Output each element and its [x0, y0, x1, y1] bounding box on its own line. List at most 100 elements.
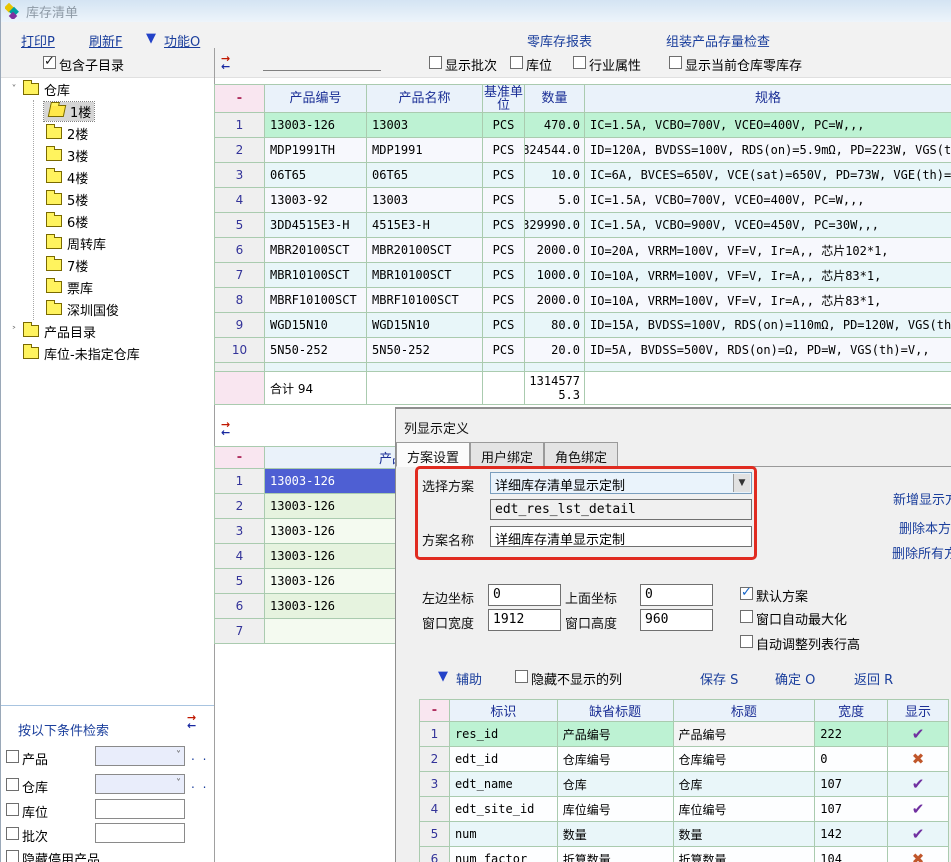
batch-filter-input[interactable] [95, 823, 185, 843]
warehouse-filter-checkbox[interactable] [6, 778, 19, 791]
zero-stock-report-link[interactable]: 零库存报表 [527, 31, 592, 50]
spec-cell: ID=5A, BVDSS=500V, RDS(on)=Ω, PD=W, VGS(… [585, 338, 951, 363]
tab-role-binding[interactable]: 角色绑定 [544, 442, 618, 467]
save-button[interactable]: 保存 S [700, 669, 738, 688]
tree-node-warehouse-root[interactable]: ˅ 仓库 [1, 78, 214, 100]
show-batch-checkbox[interactable] [429, 56, 442, 69]
include-subdirs-checkbox[interactable] [43, 56, 56, 69]
tree-node-4楼[interactable]: 4楼 [34, 166, 214, 188]
folder-icon [23, 347, 39, 359]
chevron-down-icon[interactable]: ▼ [733, 474, 750, 492]
chevron-down-icon: ˅ [176, 778, 181, 789]
default-scheme-label: 默认方案 [756, 586, 808, 605]
check-icon[interactable]: ✔ [912, 775, 925, 793]
show-flag-cell: ✔ [888, 797, 949, 822]
inventory-row[interactable]: 413003-9213003PCS5.0IC=1.5A, VCBO=700V, … [215, 188, 951, 213]
scheme-name-field[interactable]: 详细库存清单显示定制 [490, 526, 752, 547]
show-zero-checkbox[interactable] [669, 56, 682, 69]
top-coord-input[interactable]: 0 [640, 584, 713, 606]
check-icon[interactable]: ✔ [912, 800, 925, 818]
tree-node-5楼[interactable]: 5楼 [34, 188, 214, 210]
expand-arrow-icon[interactable]: ˃ [7, 326, 21, 337]
left-coord-input[interactable]: 0 [488, 584, 561, 606]
refresh-button[interactable]: 刷新F [89, 31, 122, 50]
inventory-row[interactable]: 6MBR20100SCTMBR20100SCTPCS2000.0IO=20A, … [215, 238, 951, 263]
inventory-row[interactable]: 113003-12613003PCS470.0IC=1.5A, VCBO=700… [215, 113, 951, 138]
site-filter-checkbox[interactable] [6, 803, 19, 816]
column-def-row[interactable]: 2edt_id仓库编号仓库编号0✖ [420, 747, 949, 772]
site-checkbox[interactable] [510, 56, 523, 69]
column-def-row[interactable]: 6num_factor折算数量折算数量104✖ [420, 847, 949, 862]
total-spacer [585, 372, 951, 405]
swap-columns-icon[interactable]: →← [221, 55, 237, 71]
add-scheme-link[interactable]: 新增显示方案 [893, 489, 951, 508]
collapse-arrow-icon[interactable]: ˅ [7, 84, 21, 95]
inventory-row[interactable]: 306T6506T65PCS10.0IC=6A, BVCES=650V, VCE… [215, 163, 951, 188]
batch-filter-label: 批次 [22, 826, 48, 845]
product-filter-checkbox[interactable] [6, 750, 19, 763]
auto-row-height-checkbox[interactable] [740, 635, 753, 648]
default-scheme-checkbox[interactable] [740, 587, 753, 600]
scheme-combo[interactable]: 详细库存清单显示定制 ▼ [490, 472, 752, 494]
window-height-input[interactable]: 960 [640, 609, 713, 631]
column-def-row[interactable]: 3edt_name仓库仓库107✔ [420, 772, 949, 797]
check-icon[interactable]: ✔ [912, 725, 925, 743]
tree-node-7楼[interactable]: 7楼 [34, 254, 214, 276]
tree-node-unassigned[interactable]: 库位-未指定仓库 [1, 342, 214, 364]
default-title-cell: 仓库编号 [558, 747, 674, 772]
tree-node-票库[interactable]: 票库 [34, 276, 214, 298]
ok-button[interactable]: 确定 O [775, 669, 815, 688]
site-filter-input[interactable] [95, 799, 185, 819]
inventory-row[interactable]: 8MBRF10100SCTMBRF10100SCTPCS2000.0IO=10A… [215, 288, 951, 313]
spec-cell: IO=20A, VRRM=100V, VF=V, Ir=A,, 芯片102*1, [585, 238, 951, 263]
hide-disabled-checkbox[interactable] [6, 850, 19, 862]
swap-columns-icon-lower[interactable]: →← [221, 421, 237, 437]
width-cell: 0 [815, 747, 888, 772]
batch-filter-checkbox[interactable] [6, 827, 19, 840]
functions-button[interactable]: 功能O [164, 31, 200, 50]
product-filter-combo[interactable]: ˅ [95, 746, 185, 766]
warehouse-more-button[interactable]: . . [191, 777, 208, 791]
tree-node-product-catalog[interactable]: ˃ 产品目录 [1, 320, 214, 342]
aux-button[interactable]: 辅助 [456, 669, 482, 688]
warehouse-filter-combo[interactable]: ˅ [95, 774, 185, 794]
swap-columns-icon-search[interactable]: →← [187, 714, 203, 730]
delete-scheme-link[interactable]: 删除本方案 [899, 518, 951, 537]
check-icon[interactable]: ✔ [912, 825, 925, 843]
inventory-row[interactable]: 9WGD15N10WGD15N10PCS80.0ID=15A, BVDSS=10… [215, 313, 951, 338]
auto-maximize-checkbox[interactable] [740, 610, 753, 623]
quick-filter-input[interactable] [263, 55, 381, 71]
tree-node-深圳国俊[interactable]: 深圳国俊 [34, 298, 214, 320]
window-width-input[interactable]: 1912 [488, 609, 561, 631]
scheme-id-field[interactable]: edt_res_lst_detail [490, 499, 752, 520]
total-spacer [367, 372, 483, 405]
back-button[interactable]: 返回 R [854, 669, 893, 688]
tree-item-label: 7楼 [67, 256, 88, 275]
product-more-button[interactable]: . . [191, 749, 208, 763]
print-button[interactable]: 打印P [21, 31, 55, 50]
assembly-check-link[interactable]: 组装产品存量检查 [666, 31, 770, 50]
inventory-row[interactable]: 53DD4515E3-H4515E3-HPCS329990.0IC=1.5A, … [215, 213, 951, 238]
tab-user-binding[interactable]: 用户绑定 [470, 442, 544, 467]
hide-hidden-cols-checkbox[interactable] [515, 670, 528, 683]
row-number: 6 [420, 847, 450, 862]
tree-node-6楼[interactable]: 6楼 [34, 210, 214, 232]
quantity-cell: 5.0 [525, 188, 585, 213]
tree-node-3楼[interactable]: 3楼 [34, 144, 214, 166]
column-def-row[interactable]: 4edt_site_id库位编号库位编号107✔ [420, 797, 949, 822]
column-def-row[interactable]: 5num数量数量142✔ [420, 822, 949, 847]
x-icon[interactable]: ✖ [912, 850, 925, 862]
delete-all-schemes-link[interactable]: 删除所有方案 [892, 543, 951, 562]
folder-icon [23, 325, 39, 337]
column-def-row[interactable]: 1res_id产品编号产品编号222✔ [420, 722, 949, 747]
inventory-row[interactable]: 2MDP1991THMDP1991PCS824544.0ID=120A, BVD… [215, 138, 951, 163]
inventory-row[interactable]: 105N50-2525N50-252PCS20.0ID=5A, BVDSS=50… [215, 338, 951, 363]
x-icon[interactable]: ✖ [912, 750, 925, 768]
tree-node-2楼[interactable]: 2楼 [34, 122, 214, 144]
inventory-row[interactable]: 7MBR10100SCTMBR10100SCTPCS1000.0IO=10A, … [215, 263, 951, 288]
title-cell: 数量 [674, 822, 816, 847]
tree-node-周转库[interactable]: 周转库 [34, 232, 214, 254]
industry-attr-checkbox[interactable] [573, 56, 586, 69]
tree-node-1楼[interactable]: 1楼 [34, 100, 214, 122]
tab-scheme-settings[interactable]: 方案设置 [396, 442, 470, 467]
